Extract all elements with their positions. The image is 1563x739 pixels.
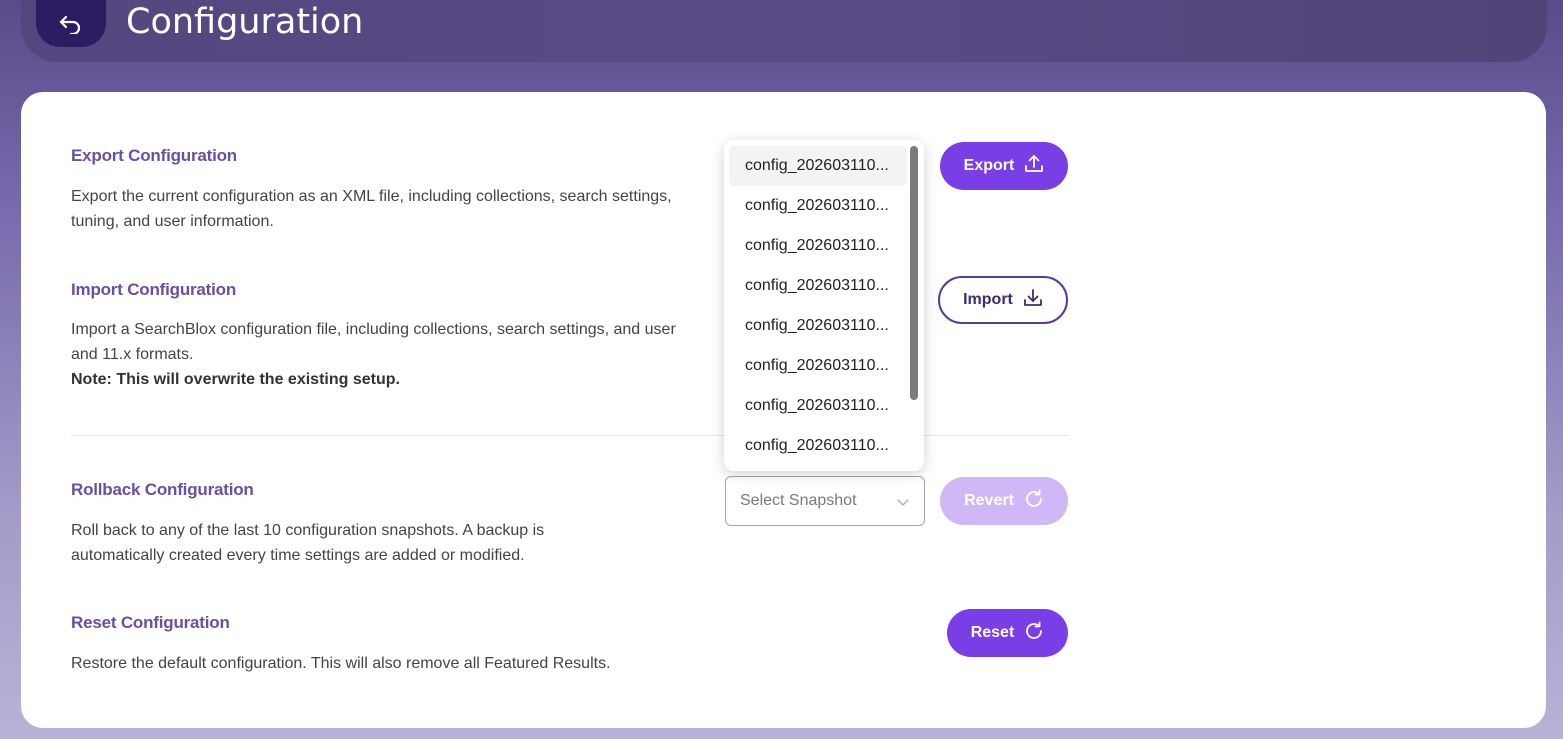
import-button[interactable]: Import bbox=[938, 276, 1068, 324]
rollback-description: Roll back to any of the last 10 configur… bbox=[71, 518, 544, 568]
rollback-description-line2: automatically created every time setting… bbox=[71, 547, 525, 564]
import-button-label: Import bbox=[963, 291, 1013, 308]
reset-description-line1: Restore the default configuration. This … bbox=[71, 655, 611, 672]
snapshot-option[interactable]: config_202603110... bbox=[729, 146, 907, 186]
refresh-icon bbox=[1024, 621, 1044, 646]
snapshot-option[interactable]: config_202603110... bbox=[729, 266, 907, 306]
return-arrow-icon bbox=[59, 14, 83, 34]
back-button[interactable] bbox=[36, 0, 106, 47]
export-description-line2: tuning, and user information. bbox=[71, 213, 274, 230]
configuration-card: Export Configuration Export the current … bbox=[21, 92, 1546, 728]
chevron-down-icon bbox=[896, 492, 910, 511]
reset-section-title: Reset Configuration bbox=[71, 613, 230, 632]
reset-button-label: Reset bbox=[970, 624, 1015, 641]
snapshot-option[interactable]: config_202603110... bbox=[729, 306, 907, 346]
import-warning-note: Note: This will overwrite the existing s… bbox=[71, 371, 400, 388]
import-description: Import a SearchBlox configuration file, … bbox=[71, 317, 676, 392]
page-title: Configuration bbox=[126, 2, 364, 42]
import-section-title: Import Configuration bbox=[71, 280, 237, 299]
export-description-line1: Export the current configuration as an X… bbox=[71, 188, 672, 205]
snapshot-option[interactable]: config_202603110... bbox=[729, 426, 907, 466]
reset-description: Restore the default configuration. This … bbox=[71, 651, 611, 676]
import-description-line1: Import a SearchBlox configuration file, … bbox=[71, 321, 676, 338]
snapshot-option[interactable]: config_202603110... bbox=[729, 386, 907, 426]
snapshot-option[interactable]: config_202603110... bbox=[729, 226, 907, 266]
snapshot-dropdown-menu: config_202603110... config_202603110... … bbox=[724, 140, 924, 471]
import-description-line2: and 11.x formats. bbox=[71, 346, 194, 363]
export-button[interactable]: Export bbox=[940, 142, 1068, 190]
snapshot-select-placeholder: Select Snapshot bbox=[740, 492, 857, 509]
dropdown-scrollbar[interactable] bbox=[910, 146, 918, 400]
revert-button-label: Revert bbox=[964, 492, 1014, 509]
revert-button[interactable]: Revert bbox=[940, 477, 1068, 525]
export-section-title: Export Configuration bbox=[71, 146, 237, 165]
export-button-label: Export bbox=[963, 157, 1015, 174]
snapshot-option[interactable]: config_202603110... bbox=[729, 186, 907, 226]
upload-icon bbox=[1024, 154, 1044, 179]
refresh-icon bbox=[1024, 489, 1044, 514]
rollback-description-line1: Roll back to any of the last 10 configur… bbox=[71, 522, 545, 539]
snapshot-select[interactable]: Select Snapshot bbox=[725, 476, 925, 526]
reset-button[interactable]: Reset bbox=[947, 609, 1068, 657]
export-description: Export the current configuration as an X… bbox=[71, 184, 672, 234]
rollback-section-title: Rollback Configuration bbox=[71, 480, 254, 499]
snapshot-option[interactable]: config_202603110... bbox=[729, 346, 907, 386]
download-icon bbox=[1023, 288, 1043, 313]
